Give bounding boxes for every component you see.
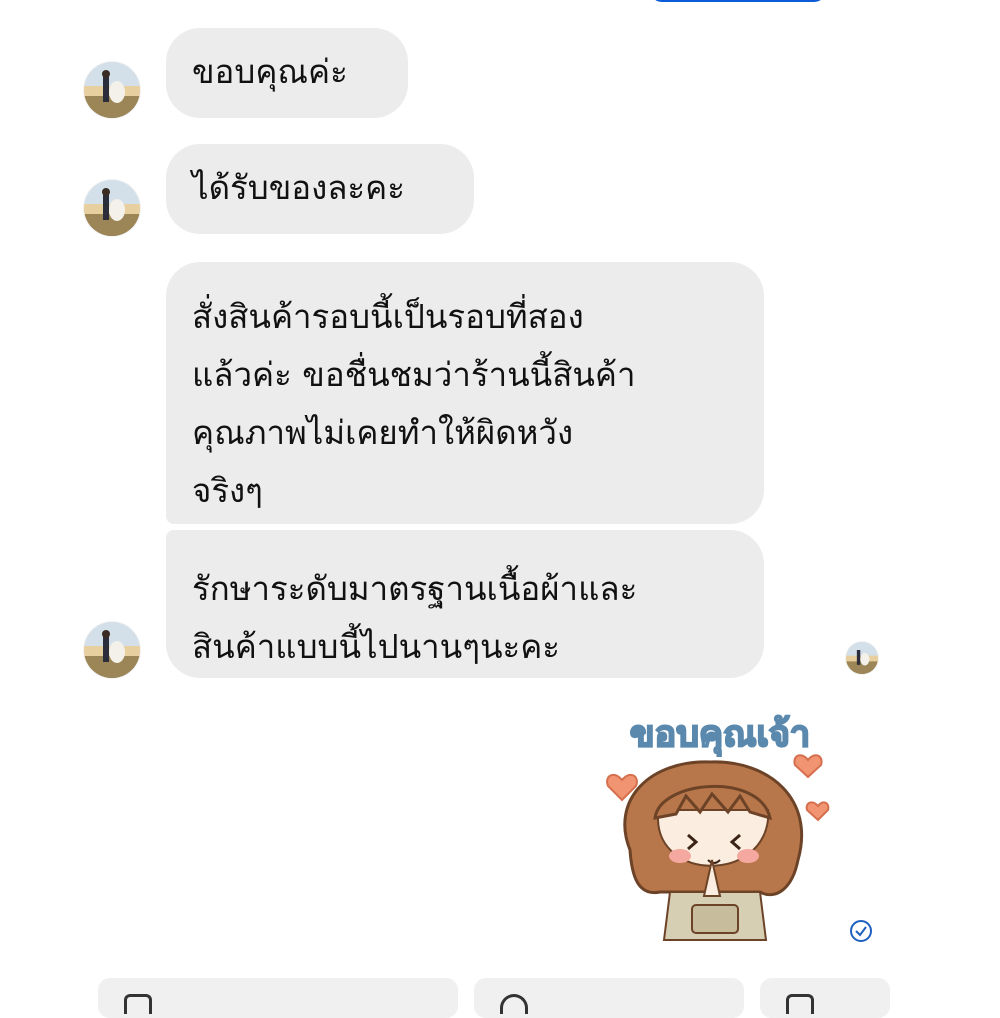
message-bubble[interactable]: ขอบคุณค่ะ — [166, 28, 408, 118]
quick-action-chip[interactable] — [474, 978, 744, 1018]
quick-action-chip[interactable] — [98, 978, 458, 1018]
message-bubble[interactable]: ได้รับของละคะ — [166, 144, 474, 234]
sender-avatar[interactable] — [84, 622, 140, 678]
sticker-image[interactable] — [600, 700, 830, 945]
check-circle-icon — [850, 920, 872, 942]
sender-avatar[interactable] — [84, 180, 140, 236]
top-action-button[interactable] — [650, 0, 826, 2]
quick-action-chip[interactable] — [760, 978, 890, 1018]
search-icon — [500, 994, 528, 1014]
more-icon — [786, 994, 814, 1014]
message-bubble[interactable]: สั่งสินค้ารอบนี้เป็นรอบที่สอง แล้วค่ะ ขอ… — [166, 262, 764, 524]
read-receipt-avatar — [846, 642, 878, 674]
chat-icon — [124, 994, 152, 1014]
message-bubble[interactable]: รักษาระดับมาตรฐานเนื้อผ้าและ สินค้าแบบนี… — [166, 530, 764, 678]
sender-avatar[interactable] — [84, 62, 140, 118]
quick-actions-bar — [0, 978, 1000, 1018]
